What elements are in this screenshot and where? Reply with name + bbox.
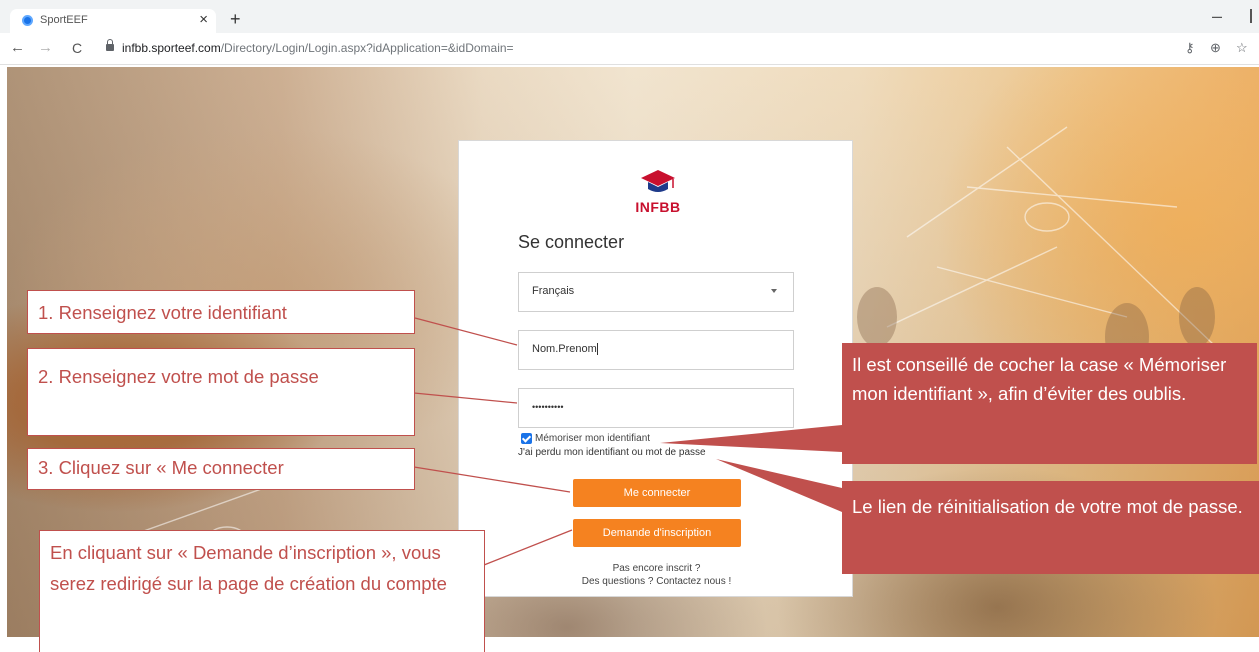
browser-tab-bar: SportEEF × + – — [0, 0, 1259, 33]
window-edge-icon — [1250, 9, 1252, 23]
username-input[interactable]: Nom.Prenom — [518, 330, 794, 370]
page-title: Se connecter — [518, 232, 625, 252]
browser-tab[interactable]: SportEEF × — [10, 9, 216, 33]
close-tab-icon[interactable]: × — [199, 11, 208, 28]
login-button[interactable]: Me connecter — [573, 479, 741, 507]
callout-remember-tip: Il est conseillé de cocher la case « Mém… — [842, 343, 1257, 464]
signup-request-button[interactable]: Demande d'inscription — [573, 519, 741, 547]
username-value: Nom.Prenom — [532, 343, 598, 356]
callout-reset-tip: Le lien de réinitialisation de votre mot… — [842, 481, 1259, 574]
zoom-icon[interactable]: ⊕ — [1210, 40, 1221, 56]
not-registered-text: Pas encore inscrit ? — [612, 563, 701, 574]
callout-signup-info: En cliquant sur « Demande d’inscription … — [39, 530, 485, 652]
infbb-logo: INFBB — [632, 168, 684, 220]
tab-title: SportEEF — [40, 14, 88, 26]
star-icon[interactable]: ☆ — [1236, 40, 1248, 56]
forward-button[interactable]: → — [38, 39, 53, 57]
browser-toolbar: ← → C infbb.sporteef.com/Directory/Login… — [0, 33, 1259, 65]
forgot-password-link[interactable]: J'ai perdu mon identifiant ou mot de pas… — [518, 447, 706, 458]
contact-link[interactable]: Des questions ? Contactez nous ! — [459, 576, 854, 587]
login-card: INFBB Se connecter Français Nom.Prenom •… — [458, 140, 853, 597]
password-input[interactable]: •••••••••• — [518, 388, 794, 428]
back-button[interactable]: ← — [10, 39, 25, 57]
graduation-cap-icon — [641, 170, 675, 192]
url-bar[interactable]: infbb.sporteef.com/Directory/Login/Login… — [122, 41, 514, 55]
reload-button[interactable]: C — [72, 39, 82, 57]
minimize-window-button[interactable]: – — [1212, 6, 1222, 27]
remember-checkbox[interactable] — [521, 433, 532, 444]
language-select[interactable]: Français — [518, 272, 794, 312]
url-host: infbb.sporteef.com — [122, 41, 221, 55]
language-selected-value: Français — [532, 285, 575, 297]
site-favicon-icon — [22, 15, 33, 26]
key-icon[interactable]: ⚷ — [1185, 40, 1195, 56]
callout-step-3: 3. Cliquez sur « Me connecter — [27, 448, 415, 490]
chevron-down-icon — [771, 289, 777, 293]
remember-label: Mémoriser mon identifiant — [535, 433, 651, 444]
callout-step-1: 1. Renseignez votre identifiant — [27, 290, 415, 334]
logo-text: INFBB — [635, 199, 681, 215]
new-tab-button[interactable]: + — [230, 9, 241, 29]
lock-icon[interactable] — [106, 39, 114, 51]
url-path: /Directory/Login/Login.aspx?idApplicatio… — [220, 41, 514, 55]
callout-step-2: 2. Renseignez votre mot de passe — [27, 348, 415, 436]
password-mask: •••••••••• — [532, 402, 564, 412]
